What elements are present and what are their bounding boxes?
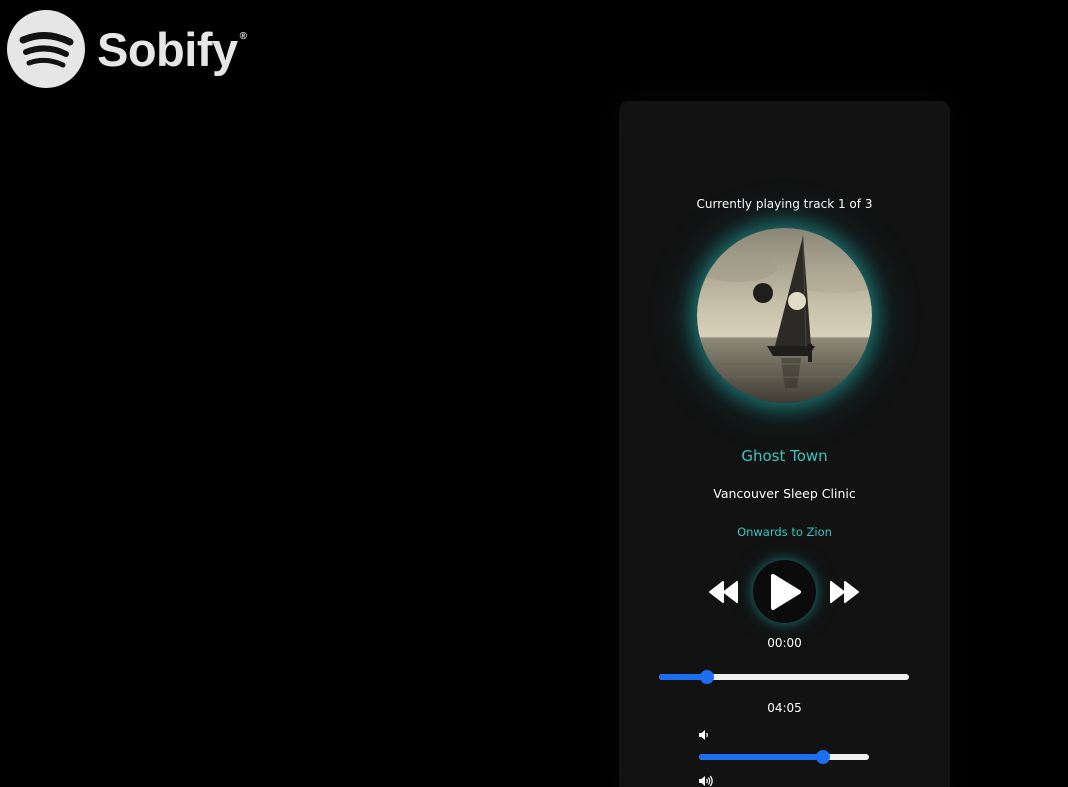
current-time: 00:00 (767, 636, 802, 650)
progress-thumb[interactable] (699, 670, 714, 684)
volume-fill (699, 754, 824, 760)
brand-logo[interactable]: Sobify ® (7, 10, 247, 88)
track-status: Currently playing track 1 of 3 (696, 197, 873, 211)
fast-forward-icon (830, 581, 859, 603)
volume-high-icon[interactable] (698, 775, 714, 787)
volume-slider[interactable] (699, 749, 869, 765)
volume-thumb[interactable] (816, 750, 831, 764)
brand-name-text: Sobify (97, 22, 238, 76)
rewind-icon (709, 581, 738, 603)
track-title: Ghost Town (741, 447, 828, 465)
next-track-button[interactable] (828, 580, 860, 604)
total-time: 04:05 (767, 701, 802, 715)
sobify-logo-icon (7, 10, 85, 88)
album-cover-art (697, 228, 872, 403)
progress-slider[interactable] (659, 669, 909, 685)
playback-controls (619, 560, 950, 624)
album-cover (697, 228, 872, 403)
play-button[interactable] (753, 560, 816, 623)
page: Sobify® Currently playing track 1 of 3 (0, 0, 1068, 787)
previous-track-button[interactable] (708, 580, 740, 604)
track-album[interactable]: Onwards to Zion (619, 525, 950, 539)
registered-mark: ® (239, 30, 247, 42)
volume-low-icon[interactable] (698, 729, 710, 741)
brand-name: Sobify ® (97, 26, 247, 73)
play-icon (770, 573, 801, 610)
track-artist: Vancouver Sleep Clinic (713, 486, 856, 501)
music-player: Currently playing track 1 of 3 Ghost Tow… (619, 101, 950, 787)
